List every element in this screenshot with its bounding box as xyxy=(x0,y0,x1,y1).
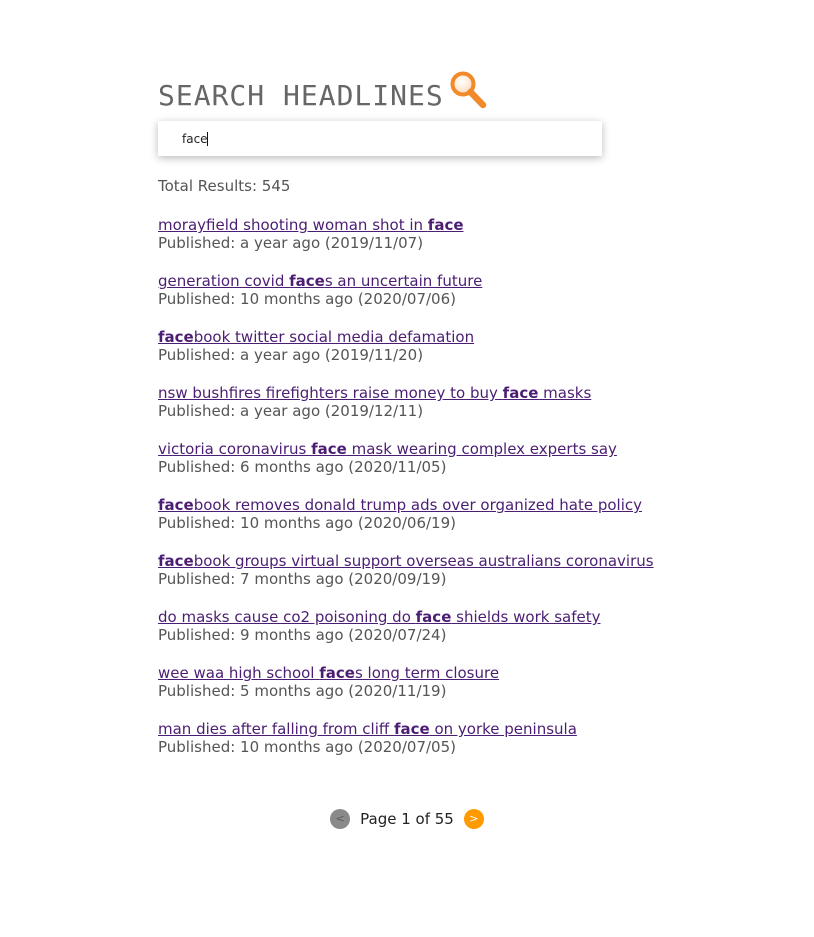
headline-link[interactable]: facebook twitter social media defamation xyxy=(158,328,474,346)
list-item: facebook removes donald trump ads over o… xyxy=(158,495,678,551)
results-list: morayfield shooting woman shot in face P… xyxy=(158,215,678,775)
headline-link[interactable]: morayfield shooting woman shot in face xyxy=(158,216,464,234)
published-date: Published: 5 months ago (2020/11/19) xyxy=(158,682,447,700)
total-results: Total Results: 545 xyxy=(158,177,291,195)
published-date: Published: a year ago (2019/11/07) xyxy=(158,234,424,252)
list-item: wee waa high school faces long term clos… xyxy=(158,663,678,719)
search-box xyxy=(158,121,602,156)
next-page-button[interactable]: > xyxy=(463,809,484,829)
published-date: Published: 10 months ago (2020/07/05) xyxy=(158,738,456,756)
header: SEARCH HEADLINES xyxy=(158,70,678,112)
published-date: Published: 10 months ago (2020/07/06) xyxy=(158,290,456,308)
pagination: < Page 1 of 55 > xyxy=(0,809,814,829)
published-date: Published: a year ago (2019/11/20) xyxy=(158,346,424,364)
list-item: nsw bushfires firefighters raise money t… xyxy=(158,383,678,439)
page-title: SEARCH HEADLINES xyxy=(158,79,444,112)
search-input[interactable] xyxy=(158,121,582,156)
search-icon xyxy=(450,71,486,109)
text-caret xyxy=(207,132,208,146)
published-date: Published: 9 months ago (2020/07/24) xyxy=(158,626,447,644)
list-item: man dies after falling from cliff face o… xyxy=(158,719,678,775)
list-item: do masks cause co2 poisoning do face shi… xyxy=(158,607,678,663)
published-date: Published: 6 months ago (2020/11/05) xyxy=(158,458,447,476)
list-item: facebook groups virtual support overseas… xyxy=(158,551,678,607)
published-date: Published: a year ago (2019/12/11) xyxy=(158,402,424,420)
list-item: morayfield shooting woman shot in face P… xyxy=(158,215,678,271)
headline-link[interactable]: do masks cause co2 poisoning do face shi… xyxy=(158,608,600,626)
headline-link[interactable]: facebook groups virtual support overseas… xyxy=(158,552,654,570)
published-date: Published: 10 months ago (2020/06/19) xyxy=(158,514,456,532)
published-date: Published: 7 months ago (2020/09/19) xyxy=(158,570,447,588)
list-item: victoria coronavirus face mask wearing c… xyxy=(158,439,678,495)
page-indicator: Page 1 of 55 xyxy=(360,810,454,828)
headline-link[interactable]: man dies after falling from cliff face o… xyxy=(158,720,577,738)
pagination-controls: < Page 1 of 55 > xyxy=(330,809,484,829)
headline-link[interactable]: victoria coronavirus face mask wearing c… xyxy=(158,440,617,458)
headline-link[interactable]: wee waa high school faces long term clos… xyxy=(158,664,499,682)
prev-page-button[interactable]: < xyxy=(330,809,351,829)
headline-link[interactable]: nsw bushfires firefighters raise money t… xyxy=(158,384,591,402)
list-item: facebook twitter social media defamation… xyxy=(158,327,678,383)
headline-link[interactable]: generation covid faces an uncertain futu… xyxy=(158,272,482,290)
headline-link[interactable]: facebook removes donald trump ads over o… xyxy=(158,496,642,514)
list-item: generation covid faces an uncertain futu… xyxy=(158,271,678,327)
search-app: SEARCH HEADLINES Total Results: 545 mora… xyxy=(158,70,678,775)
